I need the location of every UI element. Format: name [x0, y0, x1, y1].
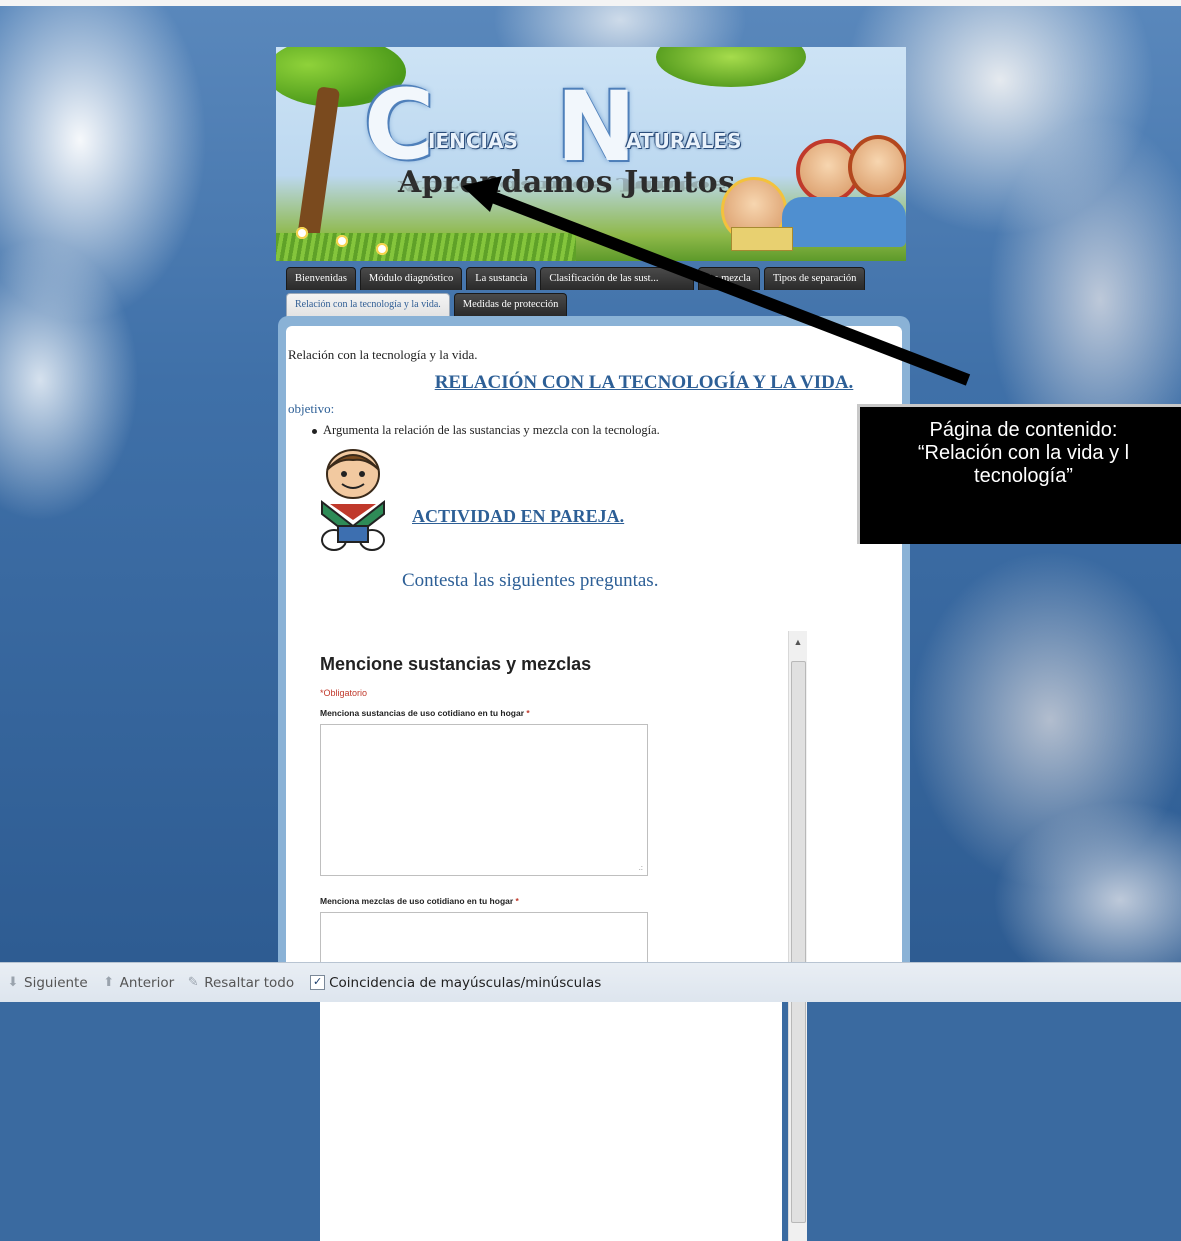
instruction-text: Contesta las siguientes preguntas. [402, 570, 659, 591]
required-mark: * [526, 708, 530, 718]
required-note: *Obligatorio [320, 688, 368, 698]
objective-item-text: Argumenta la relación de las sustancias … [323, 423, 660, 437]
find-previous-label: Anterior [119, 974, 175, 991]
top-strip [0, 0, 1181, 6]
question-1-text: Menciona sustancias de uso cotidiano en … [320, 708, 525, 718]
flower-icon [336, 235, 348, 247]
flower-icon [296, 227, 308, 239]
page-heading[interactable]: RELACIÓN CON LA TECNOLOGÍA Y LA VIDA. [274, 372, 904, 394]
tab-la-sustancia[interactable]: La sustancia [466, 267, 537, 290]
match-case-toggle[interactable]: ✓ Coincidencia de mayúsculas/minúsculas [310, 975, 601, 991]
question-2-label: Menciona mezclas de uso cotidiano en tu … [320, 896, 519, 906]
children-clothes [782, 197, 906, 247]
checkbox-icon[interactable]: ✓ [310, 975, 326, 990]
find-next-label: Siguiente [24, 974, 88, 991]
child-mascot-icon [321, 449, 385, 551]
logo-word-naturales: ATURALES [626, 129, 742, 153]
callout-shadow: Página de contenido: “Relación con la vi… [857, 404, 1181, 544]
form-title: Mencione sustancias y mezclas [320, 654, 592, 674]
scroll-up-icon[interactable]: ▲ [789, 631, 807, 653]
callout-line-1: Página de contenido: [929, 419, 1118, 441]
grass [276, 233, 576, 261]
highlight-all-label: Resaltar todo [204, 974, 295, 991]
callout-box: Página de contenido: “Relación con la vi… [860, 407, 1181, 544]
callout-line-3: tecnología” [974, 465, 1073, 487]
form-scrollbar[interactable]: ▲ [788, 631, 807, 1241]
child-illustration [848, 135, 906, 199]
breadcrumb: Relación con la tecnología y la vida. [288, 347, 478, 362]
tab-tipos-separacion[interactable]: Tipos de separación [763, 267, 866, 290]
question-1-label: Menciona sustancias de uso cotidiano en … [320, 708, 530, 718]
resize-handle-icon[interactable]: .: [639, 863, 643, 872]
tab-bienvenidas[interactable]: Bienvenidas [286, 267, 356, 290]
arrow-up-icon: ⬆ [103, 974, 115, 990]
tabs-row-2: Relación con la tecnología y la vida. Me… [286, 293, 568, 318]
site-subtitle-reflection: Aprendamos Juntos [398, 177, 728, 193]
find-previous-button[interactable]: ⬆ Anterior [102, 974, 175, 991]
find-bar: ⬇ Siguiente ⬆ Anterior ✎ Resaltar todo ✓… [0, 962, 1181, 1002]
highlighter-icon: ✎ [187, 974, 199, 990]
logo-word-ciencias: IENCIAS [428, 129, 518, 153]
site-wrapper: C IENCIAS N ATURALES Aprendamos Juntos A… [276, 47, 910, 1241]
question-2-text: Menciona mezclas de uso cotidiano en tu … [320, 896, 514, 906]
tab-relacion-tecnologia[interactable]: Relación con la tecnología y la vida. [286, 293, 450, 318]
bullet-icon [312, 428, 317, 434]
objective-label: objetivo: [288, 401, 335, 416]
activity-heading[interactable]: ACTIVIDAD EN PAREJA. [412, 506, 624, 527]
objective-item: Argumenta la relación de las sustancias … [312, 423, 660, 438]
tabs-row-1: Bienvenidas Módulo diagnóstico La sustan… [286, 267, 866, 290]
embedded-form: Mencione sustancias y mezclas *Obligator… [320, 631, 782, 1241]
tab-la-mezcla[interactable]: La mezcla [698, 267, 760, 290]
tree-leaves-right [656, 47, 806, 87]
tab-clasificacion[interactable]: Clasificación de las sust... [540, 267, 695, 290]
callout-line-2: “Relación con la vida y l [917, 442, 1130, 464]
flower-icon [376, 243, 388, 255]
arrow-down-icon: ⬇ [7, 974, 19, 990]
book-illustration [731, 227, 793, 251]
highlight-all-button[interactable]: ✎ Resaltar todo [186, 975, 294, 991]
match-case-label: Coincidencia de mayúsculas/minúsculas [329, 974, 602, 991]
question-1-textarea[interactable]: .: [320, 724, 648, 876]
tab-medidas-proteccion[interactable]: Medidas de protección [453, 293, 568, 316]
content-area: Relación con la tecnología y la vida. RE… [288, 316, 898, 1241]
tab-modulo-diagnostico[interactable]: Módulo diagnóstico [359, 267, 463, 290]
required-mark: * [515, 896, 519, 906]
site-banner: C IENCIAS N ATURALES Aprendamos Juntos A… [276, 47, 906, 261]
find-next-button[interactable]: ⬇ Siguiente [6, 975, 88, 991]
scroll-thumb[interactable] [791, 661, 806, 1223]
